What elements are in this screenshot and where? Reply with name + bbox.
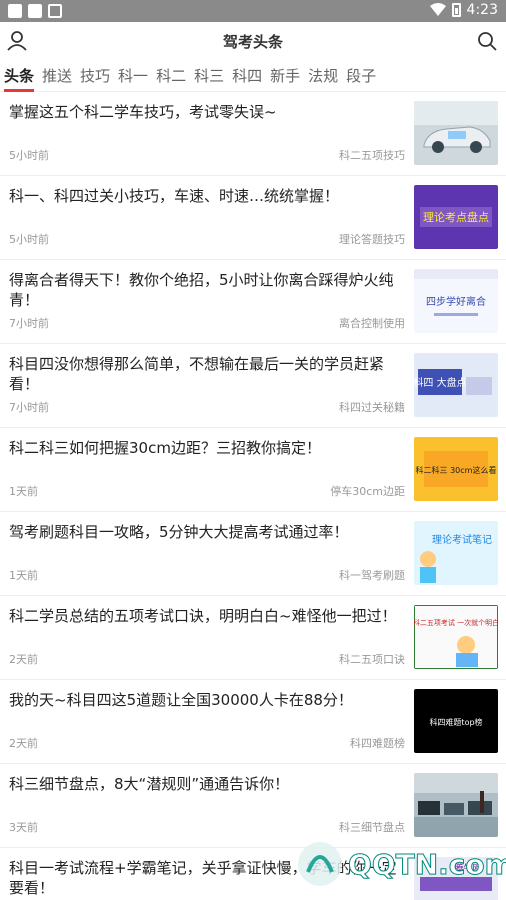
list-item[interactable]: 我的天~科目四这5道题让全国30000人卡在88分！ 2天前 科四难题榜 科四难… [0, 680, 506, 764]
article-time: 2天前 [9, 737, 38, 750]
list-item[interactable]: 得离合者得天下！教你个绝招，5小时让你离合踩得炉火纯青！ 7小时前 离合控制使用… [0, 260, 506, 344]
thumbnail-text: 理论考试笔记 [432, 533, 492, 546]
article-tag: 理论答题技巧 [339, 233, 405, 246]
tab-ke1[interactable]: 科一 [118, 60, 148, 92]
article-thumbnail: 科二科三 30cm这么看 [414, 437, 498, 501]
article-thumbnail: 科四难题top榜 [414, 689, 498, 753]
article-title: 得离合者得天下！教你个绝招，5小时让你离合踩得炉火纯青！ [9, 271, 394, 309]
article-title: 科目四没你想得那么简单，不想输在最后一关的学员赶紧看！ [9, 355, 385, 393]
article-thumbnail: 科四 大盘点 [414, 353, 498, 417]
page-title: 驾考头条 [222, 33, 283, 51]
tab-ke3[interactable]: 科三 [194, 60, 224, 92]
article-time: 7小时前 [9, 317, 49, 330]
article-title: 驾考刷题科目一攻略，5分钟大大提高考试通过率！ [9, 523, 349, 541]
site-watermark-logo: QQTN.com [298, 842, 506, 886]
thumbnail-text: 四步学好离合 [426, 295, 486, 308]
search-icon[interactable] [476, 30, 498, 52]
article-title: 科二学员总结的五项考试口诀，明明白白~难怪他一把过！ [9, 607, 397, 625]
article-tag: 科二五项技巧 [339, 149, 405, 162]
tab-ke2[interactable]: 科二 [156, 60, 186, 92]
tab-xinshou[interactable]: 新手 [270, 60, 300, 92]
status-time: 4:23 [466, 2, 498, 18]
article-time: 3天前 [9, 821, 38, 834]
article-time: 7小时前 [9, 401, 49, 414]
category-tabs: 头条 推送 技巧 科一 科二 科三 科四 新手 法规 段子 [0, 60, 506, 92]
list-item[interactable]: 科目四没你想得那么简单，不想输在最后一关的学员赶紧看！ 7小时前 科四过关秘籍 … [0, 344, 506, 428]
tab-jiqiao[interactable]: 技巧 [80, 60, 110, 92]
article-time: 1天前 [9, 485, 38, 498]
watermark-text: QQTN.com [348, 848, 506, 881]
battery-icon [451, 3, 461, 17]
wifi-icon [429, 3, 446, 16]
article-tag: 科二五项口诀 [339, 653, 405, 666]
thumbnail-text: 科四 大盘点 [414, 376, 467, 389]
article-title: 我的天~科目四这5道题让全国30000人卡在88分！ [9, 691, 353, 709]
tab-duanzi[interactable]: 段子 [346, 60, 376, 92]
list-item[interactable]: 驾考刷题科目一攻略，5分钟大大提高考试通过率！ 1天前 科一驾考刷题 理论考试笔… [0, 512, 506, 596]
tab-tuisong[interactable]: 推送 [42, 60, 72, 92]
article-time: 5小时前 [9, 233, 49, 246]
image-notification-icon [48, 4, 62, 18]
thumbnail-text: 科二科三 30cm这么看 [416, 465, 497, 475]
article-time: 1天前 [9, 569, 38, 582]
thumbnail-text: 理论考点盘点 [423, 210, 489, 224]
article-tag: 科一驾考刷题 [339, 569, 405, 582]
article-title: 科三细节盘点，8大“潜规则”通通告诉你！ [9, 775, 290, 793]
thumbnail-text: 科四难题top榜 [429, 717, 482, 727]
article-time: 2天前 [9, 653, 38, 666]
list-item[interactable]: 科二学员总结的五项考试口诀，明明白白~难怪他一把过！ 2天前 科二五项口诀 科二… [0, 596, 506, 680]
article-title: 掌握这五个科二学车技巧，考试零失误~ [9, 103, 277, 121]
thumbnail-text: 科二五项考试 一次就个明白 [414, 618, 498, 627]
tab-ke4[interactable]: 科四 [232, 60, 262, 92]
status-bar: 4:23 [0, 0, 506, 22]
list-item[interactable]: 科一、科四过关小技巧，车速、时速…统统掌握！ 5小时前 理论答题技巧 理论考点盘… [0, 176, 506, 260]
notification-icon [8, 4, 22, 18]
tab-fagui[interactable]: 法规 [308, 60, 338, 92]
article-title: 科一、科四过关小技巧，车速、时速…统统掌握！ [9, 187, 340, 205]
article-thumbnail: 科二五项考试 一次就个明白 [414, 605, 498, 669]
article-tag: 科四过关秘籍 [339, 401, 405, 414]
article-thumbnail: 理论考试笔记 [414, 521, 498, 585]
list-item[interactable]: 掌握这五个科二学车技巧，考试零失误~ 5小时前 科二五项技巧 [0, 92, 506, 176]
article-thumbnail: 四步学好离合 [414, 269, 498, 333]
top-bar: 驾考头条 [0, 22, 506, 60]
article-thumbnail: 理论考点盘点 [414, 185, 498, 249]
notification-icons [8, 4, 62, 18]
article-tag: 离合控制使用 [339, 317, 405, 330]
article-tag: 科四难题榜 [350, 737, 405, 750]
article-thumbnail [414, 101, 498, 165]
article-tag: 停车30cm边距 [330, 485, 405, 498]
article-list: 掌握这五个科二学车技巧，考试零失误~ 5小时前 科二五项技巧 科一、科四过关小技… [0, 92, 506, 900]
article-time: 5小时前 [9, 149, 49, 162]
notification-icon [28, 4, 42, 18]
tab-toutiao[interactable]: 头条 [4, 60, 35, 92]
list-item[interactable]: 科二科三如何把握30cm边距？三招教你搞定！ 1天前 停车30cm边距 科二科三… [0, 428, 506, 512]
article-title: 科二科三如何把握30cm边距？三招教你搞定！ [9, 439, 321, 457]
article-thumbnail [414, 773, 498, 837]
